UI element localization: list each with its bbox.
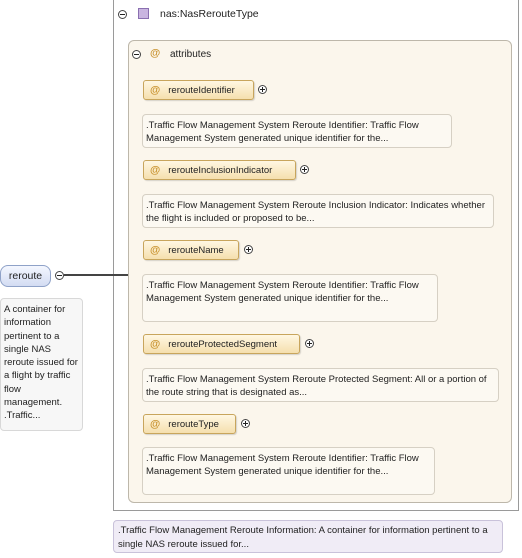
connector-line bbox=[64, 274, 128, 276]
attribute-at-icon: @ bbox=[150, 84, 161, 96]
expand-attribute-toggle-icon[interactable] bbox=[258, 85, 267, 94]
collapse-type-toggle-icon[interactable] bbox=[118, 10, 127, 19]
attribute-name: rerouteInclusionIndicator bbox=[168, 165, 273, 176]
attribute-name: rerouteType bbox=[168, 419, 219, 430]
attribute-at-icon: @ bbox=[150, 164, 161, 176]
expand-attribute-toggle-icon[interactable] bbox=[244, 245, 253, 254]
attribute-at-icon: @ bbox=[150, 418, 161, 430]
expand-attribute-toggle-icon[interactable] bbox=[241, 419, 250, 428]
attribute-documentation: .Traffic Flow Management System Reroute … bbox=[142, 447, 435, 495]
type-name: nas:NasRerouteType bbox=[160, 8, 259, 20]
type-documentation: .Traffic Flow Management Reroute Informa… bbox=[113, 520, 503, 553]
complex-type-icon bbox=[138, 8, 149, 19]
element-reroute[interactable]: reroute bbox=[0, 265, 51, 287]
attribute-at-icon: @ bbox=[150, 244, 161, 256]
attribute-name: rerouteIdentifier bbox=[168, 85, 235, 96]
attribute-reroute-name[interactable]: @ rerouteName bbox=[143, 240, 239, 260]
attribute-reroute-protected-segment[interactable]: @ rerouteProtectedSegment bbox=[143, 334, 300, 354]
expand-attribute-toggle-icon[interactable] bbox=[300, 165, 309, 174]
attribute-documentation: .Traffic Flow Management System Reroute … bbox=[142, 274, 438, 322]
expand-attribute-toggle-icon[interactable] bbox=[305, 339, 314, 348]
attribute-reroute-identifier[interactable]: @ rerouteIdentifier bbox=[143, 80, 254, 100]
attribute-documentation: .Traffic Flow Management System Reroute … bbox=[142, 114, 452, 148]
attribute-documentation: .Traffic Flow Management System Reroute … bbox=[142, 368, 499, 402]
attribute-documentation: .Traffic Flow Management System Reroute … bbox=[142, 194, 494, 228]
element-documentation: A container for information pertinent to… bbox=[0, 298, 83, 431]
attribute-name: rerouteName bbox=[168, 245, 224, 256]
attribute-reroute-type[interactable]: @ rerouteType bbox=[143, 414, 236, 434]
attribute-reroute-inclusion-indicator[interactable]: @ rerouteInclusionIndicator bbox=[143, 160, 296, 180]
attribute-at-icon: @ bbox=[150, 338, 161, 350]
attribute-name: rerouteProtectedSegment bbox=[168, 339, 278, 350]
attribute-at-icon: @ bbox=[150, 47, 161, 59]
collapse-attributes-toggle-icon[interactable] bbox=[132, 50, 141, 59]
collapse-element-toggle-icon[interactable] bbox=[55, 271, 64, 280]
attributes-group-label: attributes bbox=[170, 49, 212, 60]
